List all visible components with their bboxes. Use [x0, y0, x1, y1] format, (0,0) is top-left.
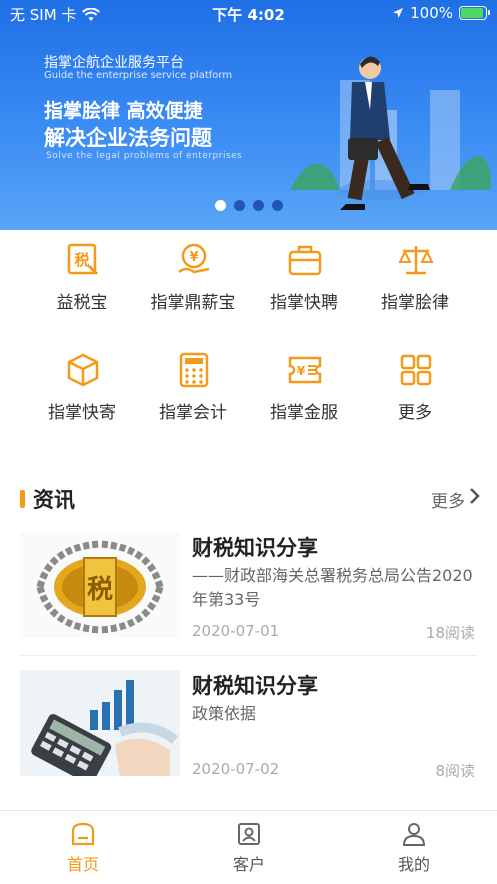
banner-headline-en: Solve the legal problems of enterprises	[46, 151, 243, 161]
article-read-count: 8阅读	[435, 762, 475, 780]
article-date: 2020-07-02	[192, 760, 280, 778]
location-arrow-icon	[393, 8, 404, 18]
carousel-dots	[0, 200, 497, 211]
service-kuaiji-accounting[interactable]: 指掌会计	[138, 340, 248, 440]
briefcase-icon	[288, 245, 322, 276]
calculator-icon	[179, 352, 209, 388]
article-description: 政策依据	[192, 704, 257, 723]
service-label: 指掌快寄	[48, 403, 116, 423]
news-section-header: 资讯 更多	[0, 482, 497, 514]
tab-label: 首页	[66, 855, 99, 874]
bottom-tab-bar: 首页 客户 我的	[0, 810, 497, 883]
service-label: 指掌快聘	[270, 293, 338, 313]
article-title: 财税知识分享	[192, 536, 318, 560]
tax-icon: 税	[67, 243, 99, 276]
svg-text:税: 税	[74, 251, 89, 269]
carousel-dot[interactable]	[271, 200, 283, 211]
tab-mine[interactable]: 我的	[331, 811, 497, 884]
service-yishuibao[interactable]: 税 益税宝	[27, 230, 137, 330]
article-description: ——财政部海关总署税务总局公告2020年第33号	[192, 566, 473, 609]
user-icon	[402, 823, 426, 846]
banner-platform-name: 指掌企航企业服务平台	[44, 55, 184, 71]
status-bar: 无 SIM 卡 下午 4:02 100%	[0, 0, 497, 26]
service-jinfu[interactable]: ¥ 指掌金服	[249, 340, 359, 440]
home-icon	[71, 822, 95, 846]
service-more[interactable]: 更多	[360, 340, 470, 440]
service-dingxinbao[interactable]: ¥ 指掌鼎薪宝	[138, 230, 248, 330]
divider	[20, 655, 477, 656]
service-kuaipin[interactable]: 指掌快聘	[249, 230, 359, 330]
svg-text:¥: ¥	[189, 250, 198, 265]
scale-icon	[398, 246, 434, 275]
service-label: 指掌金服	[270, 403, 338, 423]
carousel-dot[interactable]	[233, 200, 245, 211]
tab-home[interactable]: 首页	[0, 811, 166, 884]
battery-percent: 100%	[410, 4, 453, 22]
section-accent-bar	[20, 490, 25, 508]
service-label: 益税宝	[56, 293, 108, 313]
calculator-chart-thumbnail	[20, 670, 180, 776]
chevron-right-icon[interactable]	[469, 486, 481, 506]
contact-card-icon	[238, 823, 260, 845]
tab-label: 我的	[397, 855, 430, 874]
battery-icon	[459, 6, 490, 20]
service-label: 指掌脍律	[381, 293, 449, 313]
salary-icon: ¥	[178, 243, 210, 274]
news-article[interactable]: 财税知识分享 政策依据 2020-07-02 8阅读	[0, 670, 497, 800]
svg-text:¥: ¥	[297, 364, 306, 378]
package-icon	[67, 353, 99, 387]
tab-label: 客户	[232, 855, 265, 874]
service-label: 更多	[398, 403, 432, 423]
service-kuaiji[interactable]: 指掌快寄	[27, 340, 137, 440]
service-label: 指掌会计	[159, 403, 227, 423]
news-more-link[interactable]: 更多	[431, 487, 465, 512]
banner-headline-2: 解决企业法务问题	[44, 126, 212, 150]
news-section-title: 资讯	[33, 488, 75, 512]
article-read-count: 18阅读	[425, 624, 475, 642]
carousel-dot[interactable]	[252, 200, 264, 211]
service-label: 指掌鼎薪宝	[150, 293, 236, 313]
hero-banner[interactable]: 无 SIM 卡 下午 4:02 100% 指掌企航企业服务平台 Guide th…	[0, 0, 497, 230]
grid-icon	[400, 354, 432, 386]
carousel-dot[interactable]	[214, 200, 226, 211]
article-date: 2020-07-01	[192, 622, 280, 640]
banner-headline-1: 指掌脍律 高效便捷	[44, 100, 203, 122]
article-title: 财税知识分享	[192, 674, 318, 698]
tax-emblem-thumbnail: 税	[20, 532, 180, 638]
tab-customers[interactable]: 客户	[166, 811, 332, 884]
news-article[interactable]: 税 财税知识分享 ——财政部海关总署税务总局公告2020年第33号 2020-0…	[0, 532, 497, 662]
banner-platform-name-en: Guide the enterprise service platform	[44, 70, 233, 81]
service-kuailv[interactable]: 指掌脍律	[360, 230, 470, 330]
ticket-yuan-icon: ¥	[288, 356, 322, 384]
svg-text:税: 税	[87, 575, 113, 605]
